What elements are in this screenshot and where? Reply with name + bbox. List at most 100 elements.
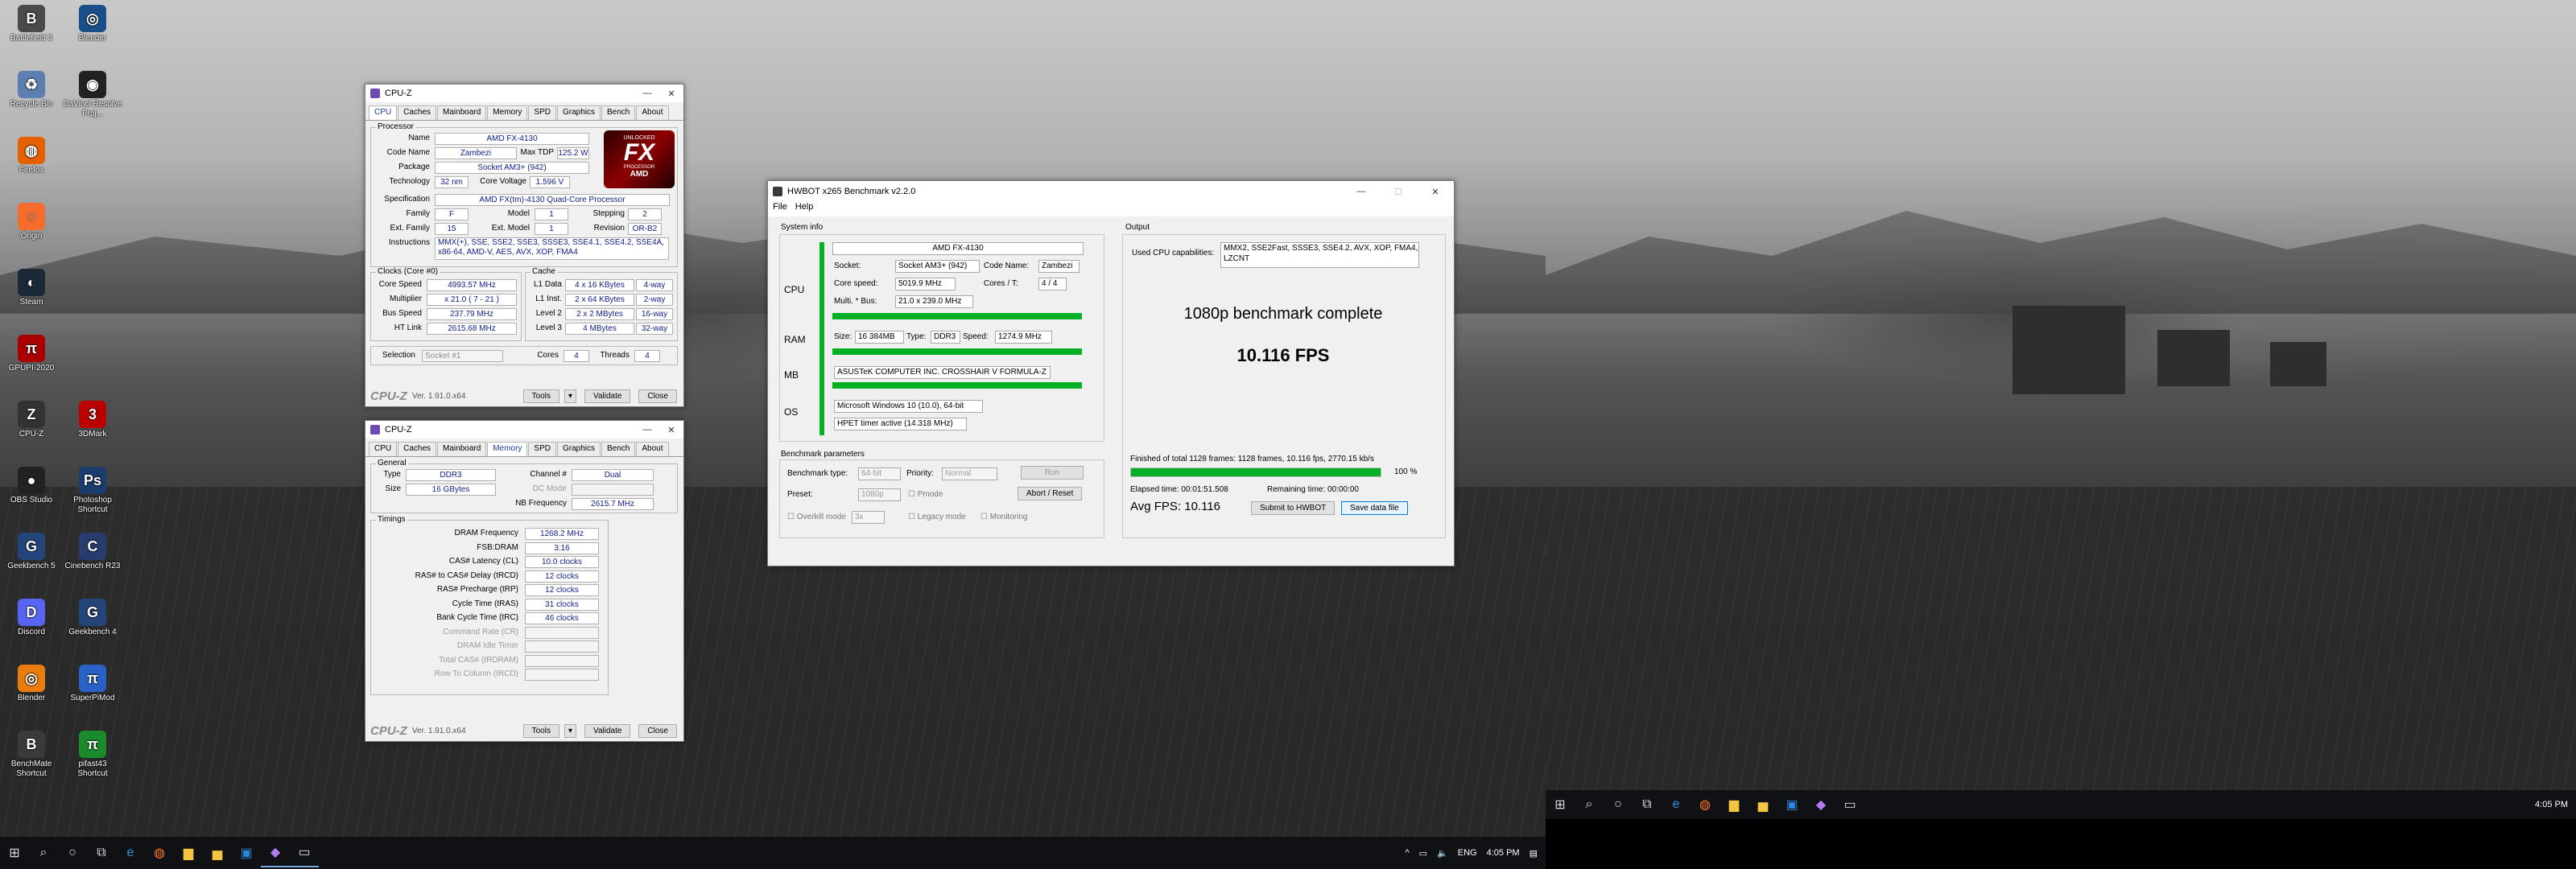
tools-dropdown-icon[interactable]: ▾ <box>564 723 577 738</box>
desktop-icon[interactable]: D Discord <box>2 599 61 637</box>
desktop-icon[interactable]: 3 3DMark <box>63 401 122 439</box>
desktop-icon[interactable]: Ps Photoshop Shortcut <box>63 467 122 515</box>
firefox-icon[interactable]: ◍ <box>1690 790 1719 819</box>
minimize-button[interactable]: — <box>635 421 659 439</box>
tab-cpu[interactable]: CPU <box>369 105 398 120</box>
tab-spd[interactable]: SPD <box>528 442 556 456</box>
explorer-icon[interactable]: ▆ <box>174 838 203 867</box>
tools-button[interactable]: Tools <box>522 389 559 403</box>
notification-icon[interactable]: ▤ <box>1530 848 1538 859</box>
cpuz-taskbar-icon[interactable]: ◆ <box>261 838 290 867</box>
store-icon[interactable]: ▣ <box>232 838 261 867</box>
clock[interactable]: 4:05 PM <box>2535 800 2568 809</box>
windows-start-icon[interactable]: ⊞ <box>0 838 29 867</box>
run-button[interactable]: Run <box>1021 466 1084 480</box>
search-icon[interactable]: ⌕ <box>1575 790 1604 819</box>
tab-spd[interactable]: SPD <box>528 105 556 120</box>
desktop-icon[interactable]: ◎ Blender <box>63 5 122 43</box>
task-view-icon[interactable]: ⧉ <box>87 838 116 867</box>
abort-reset-button[interactable]: Abort / Reset <box>1018 487 1083 500</box>
overkill-dropdown[interactable]: 3x <box>852 511 885 524</box>
validate-button[interactable]: Validate <box>584 723 631 738</box>
language-indicator[interactable]: ENG <box>1458 848 1477 858</box>
monitoring-checkbox[interactable]: ☐ Monitoring <box>980 513 1027 521</box>
store-icon[interactable]: ▣ <box>1777 790 1806 819</box>
title-bar[interactable]: HWBOT x265 Benchmark v2.2.0 — ☐ ✕ <box>768 181 1454 202</box>
close-cpuz-button[interactable]: Close <box>638 389 677 403</box>
tab-graphics[interactable]: Graphics <box>556 105 601 120</box>
search-icon[interactable]: ⌕ <box>29 838 58 867</box>
clock[interactable]: 4:05 PM <box>1487 848 1520 858</box>
tab-bench[interactable]: Bench <box>601 105 636 120</box>
tray-chevron-icon[interactable]: ^ <box>1406 848 1410 858</box>
priority-dropdown[interactable]: Normal <box>942 467 997 480</box>
legacy-checkbox[interactable]: ☐ Legacy mode <box>908 513 966 521</box>
hpet-value: HPET timer active (14.318 MHz) <box>834 418 967 430</box>
bench-type-dropdown[interactable]: 64-bit <box>858 467 901 480</box>
desktop-icon[interactable]: ◐ Steam <box>2 269 61 307</box>
tab-cpu[interactable]: CPU <box>369 442 398 456</box>
cpuz-taskbar-icon[interactable]: ◆ <box>1806 790 1835 819</box>
desktop-icon[interactable]: G Geekbench 4 <box>63 599 122 637</box>
edge-icon[interactable]: e <box>116 838 145 867</box>
desktop-icon[interactable]: π SuperPiMod <box>63 665 122 703</box>
hwbot-taskbar-icon[interactable]: ▭ <box>290 838 319 867</box>
maximize-button[interactable]: ☐ <box>1380 181 1417 202</box>
tab-mainboard[interactable]: Mainboard <box>437 442 487 456</box>
cortana-icon[interactable]: ○ <box>1604 790 1633 819</box>
preset-dropdown[interactable]: 1080p <box>858 488 901 501</box>
save-data-button[interactable]: Save data file <box>1341 501 1408 515</box>
tab-memory[interactable]: Memory <box>487 442 528 456</box>
tab-caches[interactable]: Caches <box>398 442 437 456</box>
folder-icon[interactable]: ▅ <box>203 838 232 867</box>
selection-dropdown[interactable]: Socket #1 <box>422 350 503 362</box>
tools-button[interactable]: Tools <box>522 723 559 738</box>
pmode-checkbox[interactable]: ☐ Pmode <box>908 490 943 499</box>
firefox-icon[interactable]: ◍ <box>145 838 174 867</box>
minimize-button[interactable]: — <box>635 84 659 102</box>
menu-help[interactable]: Help <box>795 202 814 216</box>
title-bar[interactable]: CPU-Z — ✕ <box>365 84 683 102</box>
volume-icon[interactable]: 🔈 <box>1437 848 1448 859</box>
desktop-icon[interactable]: ◎ Blender <box>2 665 61 703</box>
title-bar[interactable]: CPU-Z — ✕ <box>365 421 683 439</box>
desktop-icon[interactable]: ◌ Origin <box>2 203 61 241</box>
close-button[interactable]: ✕ <box>659 421 683 439</box>
tab-mainboard[interactable]: Mainboard <box>437 105 487 120</box>
desktop-icon[interactable]: G Geekbench 5 <box>2 533 61 571</box>
task-view-icon[interactable]: ⧉ <box>1633 790 1662 819</box>
desktop-icon-label: DaVinci Resolve Proj... <box>63 100 122 118</box>
desktop-icon[interactable]: π pifast43 Shortcut <box>63 731 122 779</box>
menu-file[interactable]: File <box>773 202 787 216</box>
tab-graphics[interactable]: Graphics <box>556 442 601 456</box>
hwbot-taskbar-icon[interactable]: ▭ <box>1835 790 1864 819</box>
desktop-icon[interactable]: ◍ Firefox <box>2 137 61 175</box>
desktop-icon[interactable]: π GPUPI-2020 <box>2 335 61 373</box>
desktop-icon[interactable]: B Battlefield 3 <box>2 5 61 43</box>
explorer-icon[interactable]: ▆ <box>1719 790 1748 819</box>
minimize-button[interactable]: — <box>1343 181 1380 202</box>
validate-button[interactable]: Validate <box>584 389 631 403</box>
tab-about[interactable]: About <box>636 442 669 456</box>
overkill-checkbox[interactable]: ☐ Overkill mode <box>787 513 846 521</box>
desktop-icon[interactable]: ● OBS Studio <box>2 467 61 505</box>
close-cpuz-button[interactable]: Close <box>638 723 677 738</box>
desktop-icon[interactable]: C Cinebench R23 <box>63 533 122 571</box>
tab-bench[interactable]: Bench <box>601 442 636 456</box>
folder-icon[interactable]: ▅ <box>1748 790 1777 819</box>
edge-icon[interactable]: e <box>1662 790 1690 819</box>
tab-memory[interactable]: Memory <box>487 105 528 120</box>
close-button[interactable]: ✕ <box>659 84 683 102</box>
tab-about[interactable]: About <box>636 105 669 120</box>
submit-hwbot-button[interactable]: Submit to HWBOT <box>1251 501 1335 515</box>
tools-dropdown-icon[interactable]: ▾ <box>564 389 577 403</box>
cortana-icon[interactable]: ○ <box>58 838 87 867</box>
desktop-icon[interactable]: ♻ Recycle Bin <box>2 71 61 109</box>
close-button[interactable]: ✕ <box>1417 181 1454 202</box>
tab-caches[interactable]: Caches <box>398 105 437 120</box>
windows-start-icon[interactable]: ⊞ <box>1546 790 1575 819</box>
desktop-icon[interactable]: B BenchMate Shortcut <box>2 731 61 779</box>
desktop-icon[interactable]: ◉ DaVinci Resolve Proj... <box>63 71 122 119</box>
network-icon[interactable]: ▭ <box>1419 848 1427 859</box>
desktop-icon[interactable]: Z CPU-Z <box>2 401 61 439</box>
